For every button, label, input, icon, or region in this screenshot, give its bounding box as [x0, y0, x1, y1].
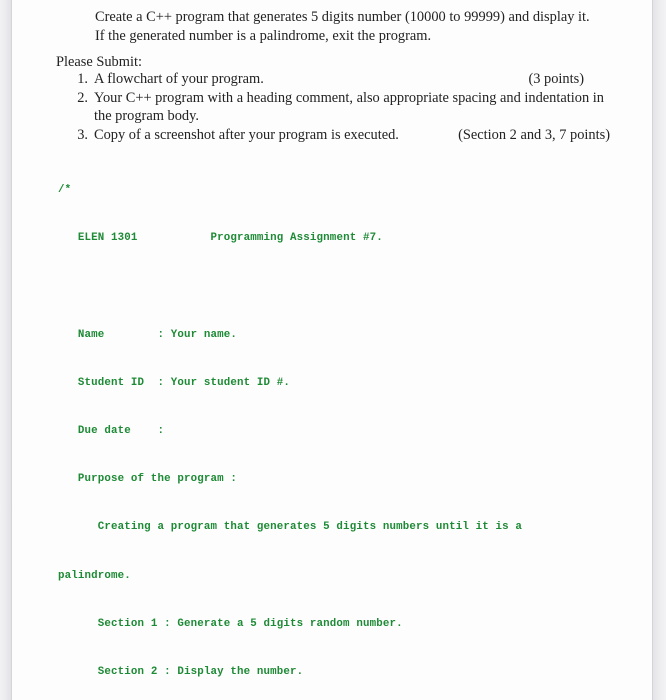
code-line-purpose-2: palindrome.: [58, 570, 652, 582]
please-submit-label: Please Submit:: [56, 54, 142, 70]
code-token-purpose-label: Purpose of the program :: [77, 473, 237, 486]
list-item-number: 3.: [77, 126, 88, 143]
list-item-text: Copy of a screenshot after your program …: [94, 126, 399, 143]
code-line-blank-1: [58, 281, 652, 293]
page-sheet: Create a C++ program that generates 5 di…: [12, 0, 652, 700]
list-item-number: 2.: [77, 89, 88, 106]
code-line-course-header: ELEN 1301 Programming Assignment #7.: [58, 232, 652, 244]
code-token-student-id-label: Student ID: [77, 376, 145, 389]
code-token-course: ELEN 1301: [77, 232, 138, 245]
code-token-section1: Section 1 : Generate a 5 digits random n…: [97, 617, 403, 630]
list-item-text: Your C++ program with a heading comment,…: [94, 89, 604, 125]
code-token-section2: Section 2 : Display the number.: [97, 666, 304, 679]
code-line-student-id: Student ID : Your student ID #.: [58, 377, 652, 389]
requirements-list: 1. A flowchart of your program. (3 point…: [70, 70, 610, 144]
code-line-purpose-1: Creating a program that generates 5 digi…: [58, 521, 652, 533]
page-left-gutter: [0, 0, 12, 700]
code-token-student-id-value: : Your student ID #.: [157, 376, 291, 389]
code-line-section-1: Section 1 : Generate a 5 digits random n…: [58, 618, 652, 630]
code-token-due-date-label: Due date: [77, 425, 131, 438]
code-token-due-date-value: :: [157, 425, 165, 438]
list-item-text: A flowchart of your program.: [94, 71, 264, 87]
source-code-listing: /* ELEN 1301 Programming Assignment #7. …: [58, 148, 652, 700]
code-token-name-value: : Your name.: [157, 328, 238, 341]
code-token-comment: /*: [58, 184, 72, 197]
list-item-number: 1.: [77, 71, 88, 87]
assignment-intro-paragraph: Create a C++ program that generates 5 di…: [95, 9, 590, 44]
document-page: Create a C++ program that generates 5 di…: [0, 0, 666, 700]
code-line-due-date: Due date :: [58, 425, 652, 437]
list-item: 2. Your C++ program with a heading comme…: [70, 89, 610, 126]
code-line-purpose-label: Purpose of the program :: [58, 473, 652, 485]
code-line-section-2: Section 2 : Display the number.: [58, 666, 652, 678]
code-token-purpose-line1: Creating a program that generates 5 digi…: [97, 521, 523, 534]
list-item-points: (Section 2 and 3, 7 points): [458, 126, 610, 143]
code-line-comment-open: /*: [58, 184, 652, 196]
list-item: 3. Copy of a screenshot after your progr…: [70, 126, 610, 145]
list-item: 1. A flowchart of your program. (3 point…: [70, 70, 610, 89]
code-token-purpose-line2: palindrome.: [58, 569, 131, 582]
page-right-gutter: [652, 0, 666, 700]
code-line-name: Name : Your name.: [58, 329, 652, 341]
code-token-name-label: Name: [77, 328, 105, 341]
code-token-assignment: Programming Assignment #7.: [210, 232, 383, 245]
list-item-points: (3 points): [528, 71, 584, 87]
